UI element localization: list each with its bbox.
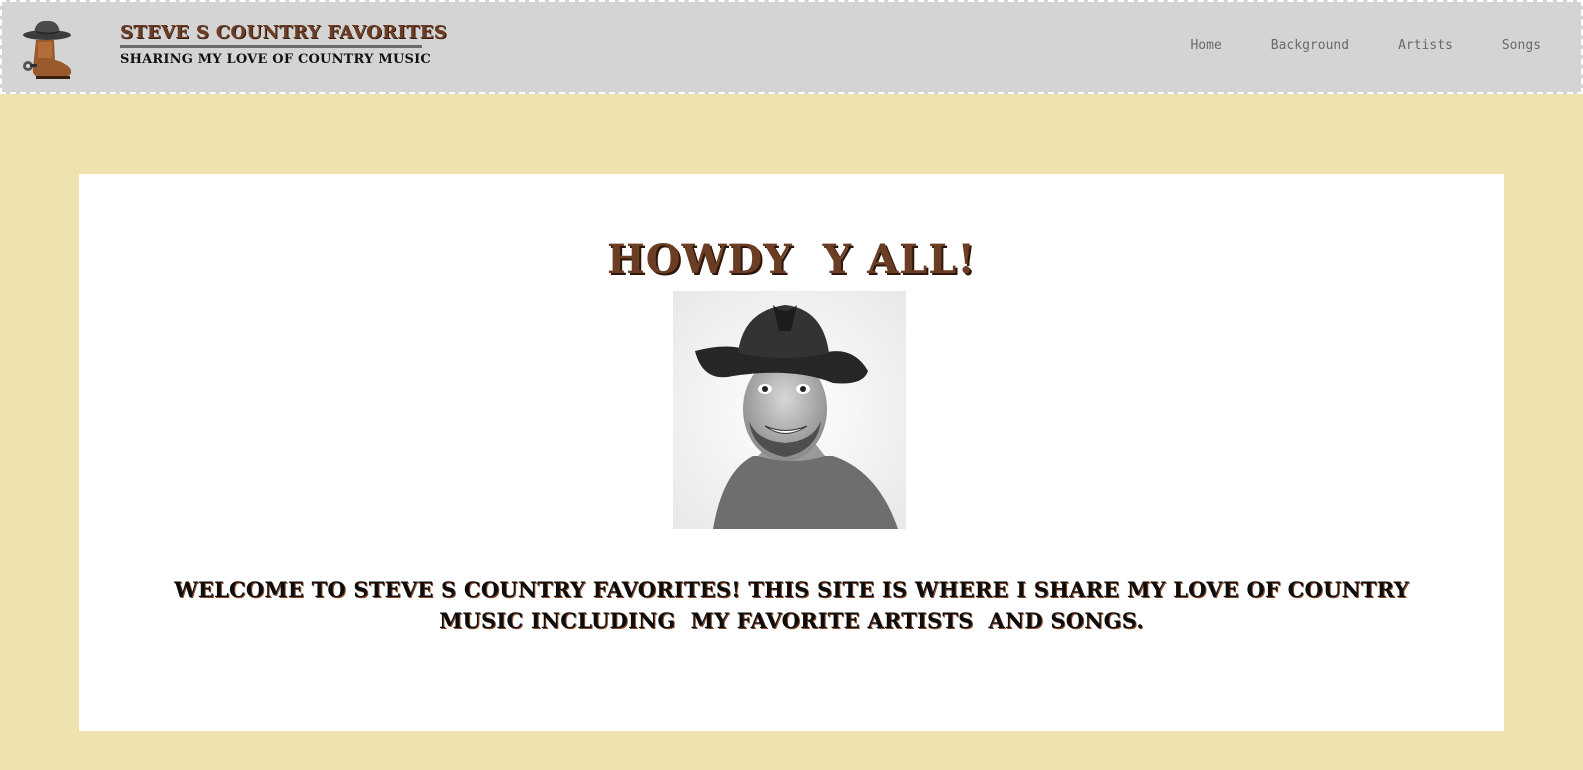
nav-home-link[interactable]: Home (1190, 38, 1221, 53)
cowboy-boot-hat-icon[interactable] (18, 16, 76, 80)
content-card: HOWDY Y ALL! WELCOME TO STEVE S COUNTRY … (79, 174, 1504, 731)
site-header: STEVE S COUNTRY FAVORITES SHARING MY LOV… (0, 0, 1583, 94)
main-nav: Home Background Artists Songs (1141, 38, 1541, 53)
nav-background-link[interactable]: Background (1271, 38, 1349, 53)
greeting-heading: HOWDY Y ALL! (607, 236, 976, 283)
title-divider (120, 45, 422, 48)
site-subtitle: SHARING MY LOVE OF COUNTRY MUSIC (120, 52, 431, 67)
site-brand[interactable]: STEVE S COUNTRY FAVORITES SHARING MY LOV… (120, 22, 447, 67)
nav-artists-link[interactable]: Artists (1398, 38, 1453, 53)
welcome-message: WELCOME TO STEVE S COUNTRY FAVORITES! TH… (174, 577, 1417, 633)
nav-songs-link[interactable]: Songs (1502, 38, 1541, 53)
site-title[interactable]: STEVE S COUNTRY FAVORITES (120, 22, 447, 44)
cowboy-portrait-icon (673, 291, 906, 529)
